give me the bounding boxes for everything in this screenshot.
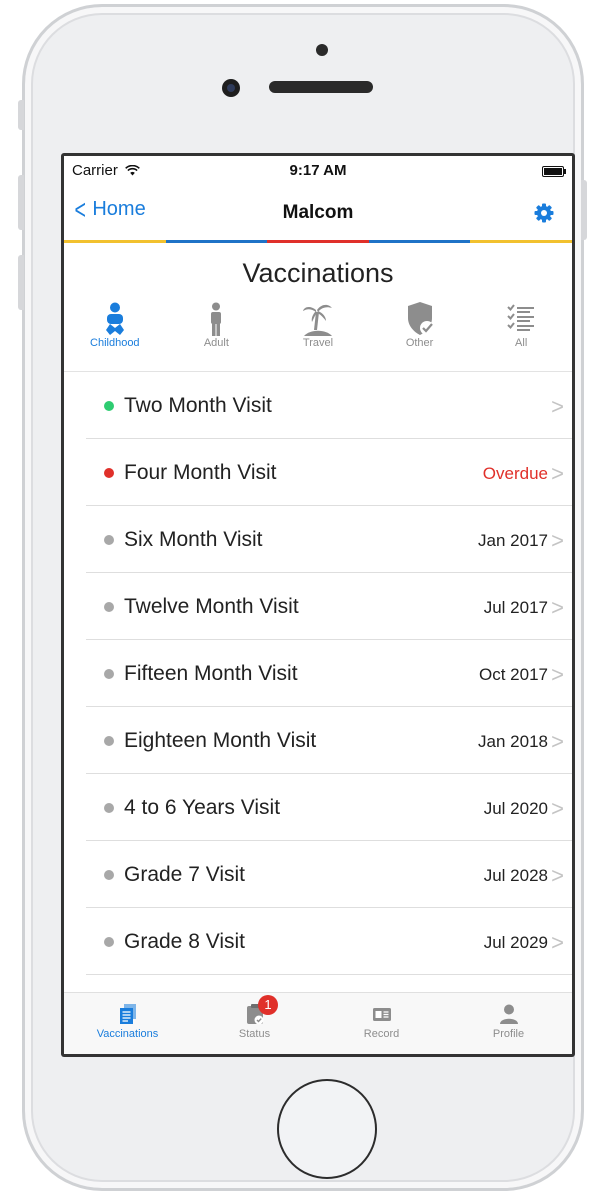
visit-name: Two Month Visit <box>124 394 272 417</box>
chevron-right-icon: > <box>551 595 564 620</box>
shield-check-icon <box>407 302 434 335</box>
nav-title: Malcom <box>282 202 354 223</box>
visit-name: Four Month Visit <box>124 461 277 484</box>
category-all[interactable]: All <box>470 300 572 370</box>
status-dot <box>104 937 114 947</box>
color-stripe-bar <box>64 240 572 243</box>
clock: 9:17 AM <box>289 162 347 179</box>
volume-down-button <box>18 255 24 310</box>
visit-due: Jan 2018 <box>478 732 548 751</box>
visit-due: Oct 2017 <box>479 665 548 684</box>
tab-bar: Vaccinations 1 Status Record Profile <box>64 992 572 1054</box>
category-label: Travel <box>302 337 334 349</box>
stripe-segment <box>165 240 268 243</box>
category-label: All <box>515 337 528 349</box>
status-dot <box>104 535 114 545</box>
status-dot <box>104 870 114 880</box>
visit-row[interactable]: Fifteen Month Visit Oct 2017 > <box>64 640 572 707</box>
tab-status[interactable]: 1 Status <box>191 993 318 1054</box>
visit-due: Jul 2028 <box>483 866 548 885</box>
tab-label: Record <box>363 1028 400 1040</box>
speaker-grille <box>269 81 373 93</box>
person-icon <box>499 1004 518 1024</box>
visit-name: Grade 7 Visit <box>124 863 246 886</box>
visit-row[interactable]: Two Month Visit > <box>64 372 572 439</box>
category-label: Adult <box>203 337 229 349</box>
visit-due: Jul 2017 <box>483 598 548 617</box>
visit-name: Grade 8 Visit <box>124 930 246 953</box>
navigation-bar: < Home Malcom <box>64 184 572 240</box>
baby-icon <box>105 302 124 335</box>
category-other[interactable]: Other <box>369 300 471 370</box>
tab-vaccinations[interactable]: Vaccinations <box>64 993 191 1054</box>
visit-row[interactable]: 4 to 6 Years Visit Jul 2020 > <box>64 774 572 841</box>
visit-due: Jan 2017 <box>478 531 548 550</box>
person-icon <box>211 302 222 336</box>
chevron-right-icon: > <box>551 528 564 553</box>
stripe-segment <box>64 240 166 243</box>
tab-label: Profile <box>492 1028 525 1040</box>
stripe-segment <box>368 240 471 243</box>
home-button[interactable] <box>277 1079 377 1179</box>
visit-due: Jul 2020 <box>483 799 548 818</box>
status-dot <box>104 803 114 813</box>
chevron-right-icon: > <box>551 930 564 955</box>
chevron-right-icon: > <box>551 863 564 888</box>
phone-screen: Carrier 9:17 AM < Home Malcom Vaccinatio… <box>61 153 575 1057</box>
visit-row[interactable]: Eighteen Month Visit Jan 2018 > <box>64 707 572 774</box>
status-badge: 1 <box>258 995 278 1015</box>
chevron-right-icon: > <box>551 662 564 687</box>
front-camera <box>222 79 240 97</box>
status-bar: Carrier 9:17 AM <box>64 156 572 184</box>
category-childhood[interactable]: Childhood <box>64 300 166 370</box>
chevron-right-icon: > <box>551 461 564 486</box>
palm-tree-icon <box>302 304 332 336</box>
status-dot <box>104 736 114 746</box>
category-label: Childhood <box>90 337 140 349</box>
visit-due: Jul 2029 <box>483 933 548 952</box>
visit-list: Two Month Visit > Four Month Visit Overd… <box>64 372 572 975</box>
status-dot <box>104 468 114 478</box>
volume-up-button <box>18 175 24 230</box>
visit-name: Eighteen Month Visit <box>124 729 317 752</box>
tab-record[interactable]: Record <box>318 993 445 1054</box>
sensor-dot <box>316 44 328 56</box>
gear-icon[interactable] <box>534 203 554 223</box>
chevron-right-icon: > <box>551 796 564 821</box>
app-screen: Carrier 9:17 AM < Home Malcom Vaccinatio… <box>64 156 572 1054</box>
status-dot <box>104 401 114 411</box>
chevron-right-icon: > <box>551 729 564 754</box>
tab-label: Vaccinations <box>96 1028 159 1040</box>
visit-name: 4 to 6 Years Visit <box>124 796 281 819</box>
tab-profile[interactable]: Profile <box>445 993 572 1054</box>
visit-name: Twelve Month Visit <box>124 595 299 618</box>
visit-due: Overdue <box>482 464 548 483</box>
visit-row[interactable]: Grade 7 Visit Jul 2028 > <box>64 841 572 908</box>
category-label: Other <box>405 337 434 349</box>
chevron-right-icon: > <box>551 394 564 419</box>
power-button <box>581 180 587 240</box>
stripe-segment <box>470 240 572 243</box>
visit-row[interactable]: Twelve Month Visit Jul 2017 > <box>64 573 572 640</box>
status-dot <box>104 669 114 679</box>
category-selector: Childhood Adult Travel Other All <box>64 300 572 370</box>
status-dot <box>104 602 114 612</box>
visit-name: Fifteen Month Visit <box>124 662 298 685</box>
visit-row[interactable]: Six Month Visit Jan 2017 > <box>64 506 572 573</box>
category-adult[interactable]: Adult <box>166 300 268 370</box>
visit-name: Six Month Visit <box>124 528 263 551</box>
battery-icon <box>542 166 566 177</box>
page-title: Vaccinations <box>242 258 394 288</box>
visit-row[interactable]: Grade 8 Visit Jul 2029 > <box>64 908 572 975</box>
mute-switch <box>18 100 24 130</box>
id-card-icon <box>372 1008 391 1021</box>
documents-icon <box>119 1004 136 1024</box>
tab-label: Status <box>238 1028 271 1040</box>
checklist-icon <box>507 304 535 331</box>
stripe-segment <box>267 240 369 243</box>
visit-row[interactable]: Four Month Visit Overdue > <box>64 439 572 506</box>
category-travel[interactable]: Travel <box>267 300 369 370</box>
